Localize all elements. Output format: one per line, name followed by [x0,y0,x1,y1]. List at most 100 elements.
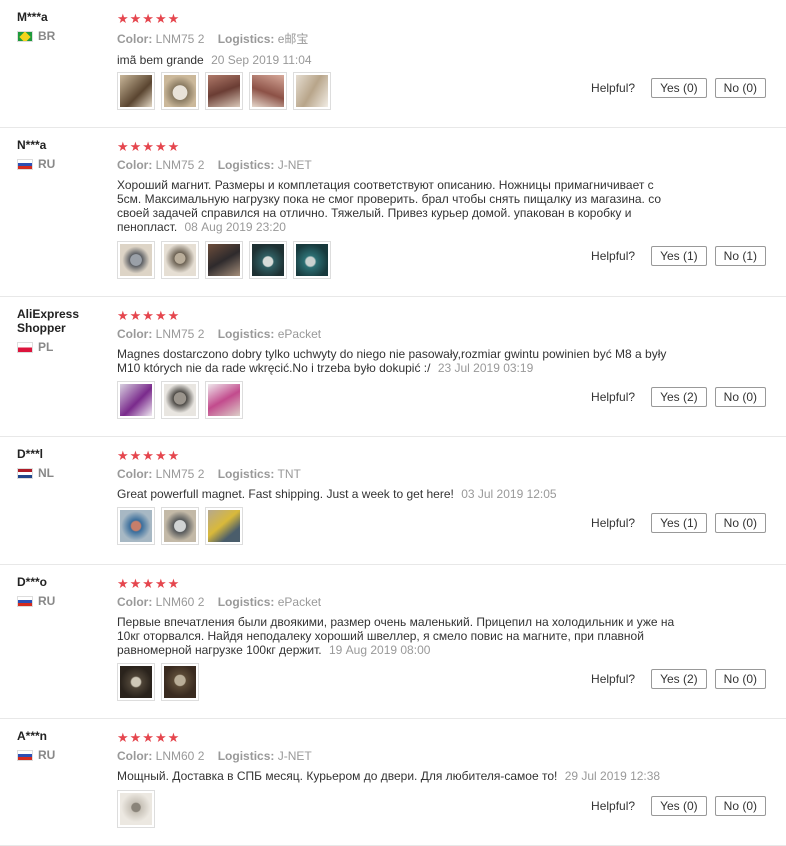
review-body: Great powerfull magnet. Fast shipping. J… [117,487,454,501]
color-value: LNM75 2 [155,327,205,341]
vote-no-button[interactable]: No (1) [714,246,766,266]
review-text: Мощный. Доставка в СПБ месяц. Курьером д… [117,769,677,783]
review-content: ★★★★★ Color: LNM75 2 Logistics: TNT Grea… [117,448,766,502]
vote-yes-button[interactable]: Yes (0) [651,78,707,98]
vote-yes-button[interactable]: Yes (0) [651,796,707,816]
color-value: LNM75 2 [155,467,205,481]
review-body: Magnes dostarczono dobry tylko uchwyty d… [117,347,667,375]
helpful-votes: Helpful? Yes (2) No (0) [591,387,766,407]
vote-no-button[interactable]: No (0) [714,513,766,533]
flag-icon [17,595,33,607]
review-photo[interactable] [161,72,199,110]
review-photo[interactable] [249,241,287,279]
vote-no-button[interactable]: No (0) [714,387,766,407]
review-date: 08 Aug 2019 23:20 [184,220,286,234]
vote-yes-button[interactable]: Yes (2) [651,669,707,689]
country-code: NL [38,466,54,480]
flag-icon [17,158,33,170]
review-photo[interactable] [117,507,155,545]
rating-stars: ★★★★★ [117,139,181,154]
review-photo[interactable] [117,72,155,110]
reviewer: AliExpress Shopper PL [17,307,107,354]
review-photo[interactable] [249,72,287,110]
reviewer: M***a BR [17,10,107,43]
review-photo[interactable] [161,381,199,419]
review-photo[interactable] [117,241,155,279]
reviewer-country: RU [17,748,107,762]
review-list: M***a BR ★★★★★ Color: LNM75 2 Logistics:… [0,0,786,846]
review-photos [117,381,243,419]
color-label: Color: [117,467,153,481]
logistics-value: ePacket [277,595,322,609]
color-label: Color: [117,749,153,763]
vote-yes-button[interactable]: Yes (2) [651,387,707,407]
logistics-label: Logistics: [217,749,275,763]
review-photos [117,72,331,110]
logistics-value: J-NET [277,158,312,172]
helpful-votes: Helpful? Yes (2) No (0) [591,669,766,689]
review-photo[interactable] [161,241,199,279]
review-photo[interactable] [205,241,243,279]
country-code: BR [38,29,56,43]
helpful-label: Helpful? [591,516,636,530]
rating-stars: ★★★★★ [117,730,181,745]
review-photo[interactable] [205,381,243,419]
review-text: Первые впечатления были двоякими, размер… [117,615,677,657]
review-meta: Color: LNM75 2 Logistics: J-NET [117,158,766,172]
reviewer-name: M***a [17,10,48,24]
logistics-label: Logistics: [217,158,275,172]
reviewer-country: BR [17,29,107,43]
reviewer: D***l NL [17,447,107,480]
review-meta: Color: LNM60 2 Logistics: J-NET [117,749,766,763]
color-label: Color: [117,327,153,341]
review-item: D***l NL ★★★★★ Color: LNM75 2 Logistics:… [0,437,786,565]
vote-no-button[interactable]: No (0) [714,796,766,816]
logistics-label: Logistics: [217,32,275,46]
review-text: Great powerfull magnet. Fast shipping. J… [117,487,677,501]
helpful-votes: Helpful? Yes (1) No (1) [591,246,766,266]
review-meta: Color: LNM75 2 Logistics: ePacket [117,327,766,341]
flag-icon [17,467,33,479]
color-value: LNM60 2 [155,595,205,609]
review-photo[interactable] [293,241,331,279]
flag-icon [17,30,33,42]
reviewer-name: N***a [17,138,47,152]
helpful-label: Helpful? [591,799,636,813]
flag-icon [17,749,33,761]
review-photo[interactable] [117,663,155,701]
reviewer: A***n RU [17,729,107,762]
review-photo[interactable] [205,72,243,110]
reviewer-country: RU [17,157,107,171]
review-photo[interactable] [117,790,155,828]
reviewer-name: A***n [17,729,48,743]
reviewer-name: AliExpress Shopper [17,307,80,335]
color-value: LNM75 2 [155,32,205,46]
review-photo[interactable] [293,72,331,110]
review-text: Magnes dostarczono dobry tylko uchwyty d… [117,347,677,375]
reviewer-name: D***l [17,447,44,461]
review-photos [117,507,243,545]
review-content: ★★★★★ Color: LNM60 2 Logistics: ePacket … [117,577,766,658]
review-date: 20 Sep 2019 11:04 [211,53,312,67]
review-body: Мощный. Доставка в СПБ месяц. Курьером д… [117,769,558,783]
flag-icon [17,341,33,353]
helpful-label: Helpful? [591,81,636,95]
vote-yes-button[interactable]: Yes (1) [651,246,707,266]
rating-stars: ★★★★★ [117,448,181,463]
reviewer: D***o RU [17,575,107,608]
country-code: RU [38,157,56,171]
review-photo[interactable] [117,381,155,419]
review-photo[interactable] [161,507,199,545]
review-date: 03 Jul 2019 12:05 [461,487,557,501]
vote-yes-button[interactable]: Yes (1) [651,513,707,533]
reviewer-country: NL [17,466,107,480]
review-photo[interactable] [161,663,199,701]
reviewer: N***a RU [17,138,107,171]
vote-no-button[interactable]: No (0) [714,669,766,689]
review-photo[interactable] [205,507,243,545]
helpful-label: Helpful? [591,390,636,404]
logistics-value: e邮宝 [277,32,309,46]
review-date: 29 Jul 2019 12:38 [564,769,661,783]
helpful-votes: Helpful? Yes (0) No (0) [591,796,766,816]
vote-no-button[interactable]: No (0) [714,78,766,98]
